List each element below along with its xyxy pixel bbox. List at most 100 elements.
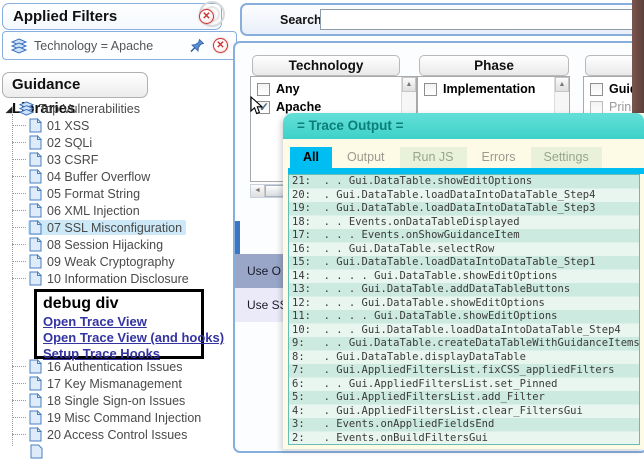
applied-filter-text: Technology = Apache (34, 39, 153, 53)
tree-item[interactable]: 02 SQLi (2, 134, 234, 151)
tree-root-item[interactable]: ◢ Top Vulnerabilities (2, 100, 234, 117)
checkbox-icon[interactable] (590, 83, 603, 96)
tree-item-content: 09 Weak Cryptography (28, 254, 179, 269)
tree-connector (12, 383, 26, 384)
tree-item[interactable]: 08 Session Hijacking (2, 236, 234, 253)
log-line: 7: . Gui.AppliedFiltersList.fixCSS_appli… (289, 364, 639, 378)
close-icon[interactable] (199, 9, 214, 24)
log-line: 9: . . Gui.DataTable.createDataTableWith… (289, 337, 639, 351)
document-icon (29, 220, 42, 235)
layers-icon (10, 38, 28, 55)
tree-item[interactable]: 01 XSS (2, 117, 234, 134)
debug-link[interactable]: Open Trace View (and hooks) (43, 330, 195, 346)
tree-item[interactable]: 10 Information Disclosure (2, 270, 234, 287)
log-line: 10: . . . Gui.DataTable.loadDataIntoData… (289, 324, 639, 338)
tree-connector (12, 176, 26, 177)
document-icon (29, 393, 42, 408)
log-line: 2: . Events.onBuildFiltersGui (289, 432, 639, 446)
log-line: 20: . Gui.DataTable.loadDataIntoDataTabl… (289, 189, 639, 203)
scroll-up-icon[interactable]: ▲ (402, 77, 416, 92)
tree-connector (12, 417, 26, 418)
log-line: 12: . . . Gui.DataTable.showEditOptions (289, 297, 639, 311)
filter-option[interactable]: Any (251, 80, 416, 98)
document-icon (29, 376, 42, 391)
document-icon (29, 254, 42, 269)
log-line: 4: . Gui.AppliedFiltersList.clear_Filter… (289, 405, 639, 419)
checkbox-icon[interactable] (257, 83, 270, 96)
tree-item-content: 20 Access Control Issues (28, 427, 191, 442)
tree-item-content: 18 Single Sign-on Issues (28, 393, 189, 408)
tree-connector (12, 159, 26, 160)
debug-panel-title: debug div (43, 294, 195, 314)
log-line: 5: . Gui.AppliedFiltersList.add_Filter (289, 391, 639, 405)
tree-item-content: 01 XSS (28, 118, 93, 133)
search-input[interactable] (320, 9, 644, 30)
window-edge (632, 0, 644, 113)
tree-item-label: 06 XML Injection (47, 204, 140, 218)
tree-item[interactable]: 04 Buffer Overflow (2, 168, 234, 185)
column-header-technology: Technology (252, 55, 400, 76)
tree-item[interactable]: 17 Key Mismanagement (2, 375, 234, 392)
document-icon (30, 444, 43, 459)
tree-connector (12, 261, 26, 262)
tree-item-label: 20 Access Control Issues (47, 428, 187, 442)
tree-item-content: 06 XML Injection (28, 203, 144, 218)
expander-icon[interactable]: ◢ (2, 104, 16, 114)
tree-items-top: 01 XSS 02 SQLi 03 CSRF 04 Buffer (2, 117, 234, 287)
tree-item[interactable]: 20 Access Control Issues (2, 426, 234, 443)
tree-item-label: 04 Buffer Overflow (47, 170, 150, 184)
tree-item-label: 05 Format String (47, 187, 140, 201)
pin-icon[interactable] (189, 38, 205, 54)
tree-item[interactable]: 05 Format String (2, 185, 234, 202)
checkbox-icon[interactable] (424, 83, 437, 96)
checkbox-icon[interactable] (590, 101, 603, 114)
column-header-phase: Phase (419, 55, 569, 76)
tree-connector (12, 210, 26, 211)
log-line: 6: . . Gui.AppliedFiltersList.set_Pinned (289, 378, 639, 392)
tree-item[interactable]: 19 Misc Command Injection (2, 409, 234, 426)
tree-item[interactable]: 16 Authentication Issues (2, 358, 234, 375)
guidance-tree: ◢ Top Vulnerabilities 01 XSS 02 SQLi (2, 100, 234, 449)
tree-item[interactable]: 06 XML Injection (2, 202, 234, 219)
document-icon (29, 410, 42, 425)
log-line: 14: . . . . Gui.DataTable.showEditOption… (289, 270, 639, 284)
log-line: 17: . . . Events.onShowGuidanceItem (289, 229, 639, 243)
applied-filters-header: Applied Filters (2, 3, 222, 30)
trace-tab[interactable]: Output (334, 147, 398, 168)
filter-option[interactable]: Implementation (418, 80, 569, 98)
log-line: 13: . . . Gui.DataTable.addDataTableButt… (289, 283, 639, 297)
applied-filter-item[interactable]: Technology = Apache (2, 31, 237, 60)
tree-item[interactable]: 03 CSRF (2, 151, 234, 168)
tree-item-content: 07 SSL Misconfiguration (28, 220, 186, 235)
document-icon (29, 135, 42, 150)
scroll-left-icon[interactable]: ◄ (251, 185, 265, 197)
remove-filter-icon[interactable] (213, 38, 228, 53)
layers-icon (18, 101, 35, 117)
debug-links: Open Trace ViewOpen Trace View (and hook… (43, 314, 195, 362)
debug-panel: debug div Open Trace ViewOpen Trace View… (34, 289, 204, 359)
trace-log: 21: . . Gui.DataTable.showEditOptions20:… (288, 174, 640, 445)
tree-connector (12, 227, 26, 228)
tree-items-bottom: 16 Authentication Issues 17 Key Mismanag… (2, 358, 234, 443)
table-cell: Use O (235, 264, 281, 278)
tree-item-label: 18 Single Sign-on Issues (47, 394, 185, 408)
tree-item[interactable]: 09 Weak Cryptography (2, 253, 234, 270)
scroll-up-icon[interactable]: ▲ (555, 77, 569, 92)
tree-root-label: Top Vulnerabilities (39, 102, 140, 116)
technology-options: Any Apache (251, 80, 416, 116)
trace-tabbar: AllOutputRun JSErrorsSettings (290, 147, 644, 168)
trace-tab[interactable]: Settings (531, 147, 602, 168)
trace-output-header[interactable]: = Trace Output = (283, 113, 644, 139)
debug-link[interactable]: Open Trace View (43, 314, 195, 330)
tree-item-label: 17 Key Mismanagement (47, 377, 182, 391)
log-line: 3: . Events.onAppliedFieldsEnd (289, 418, 639, 432)
tree-item-content: 03 CSRF (28, 152, 102, 167)
trace-tab[interactable]: Run JS (400, 147, 467, 168)
trace-tab[interactable]: Errors (469, 147, 529, 168)
tree-item[interactable]: 18 Single Sign-on Issues (2, 392, 234, 409)
trace-tab[interactable]: All (290, 147, 332, 168)
phase-options: Implementation (418, 80, 569, 98)
tree-item-label: 07 SSL Misconfiguration (47, 221, 182, 235)
filter-option-label: Apache (276, 100, 321, 114)
tree-item[interactable]: 07 SSL Misconfiguration (2, 219, 234, 236)
